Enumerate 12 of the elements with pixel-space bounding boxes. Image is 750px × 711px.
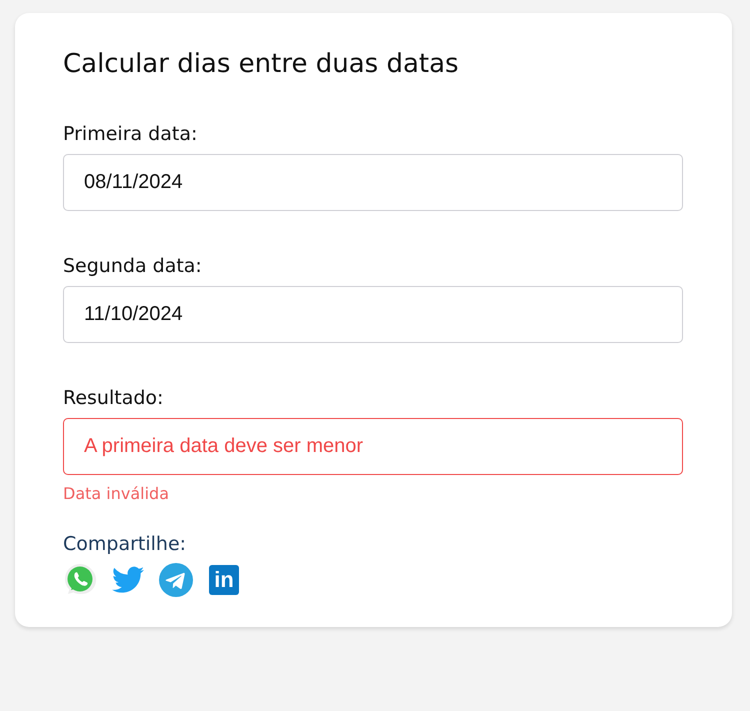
field-label: Segunda data: [63,255,203,277]
date-field[interactable]: 08/11/2024 [63,154,683,211]
date-field[interactable]: 11/10/2024 [63,286,683,343]
field-label: Primeira data: [63,123,198,145]
date-field[interactable]: A primeira data deve ser menor [63,418,683,475]
linkedin-logo[interactable]: in [209,565,239,595]
card-title: Calcular dias entre duas datas [63,49,460,79]
share-label: Compartilhe: [63,533,188,555]
chat-bubble-icon[interactable] [63,563,97,597]
field-label: Resultado: [63,387,164,409]
paper-plane-icon[interactable] [159,563,193,597]
error-message: Data inválida [63,484,170,503]
